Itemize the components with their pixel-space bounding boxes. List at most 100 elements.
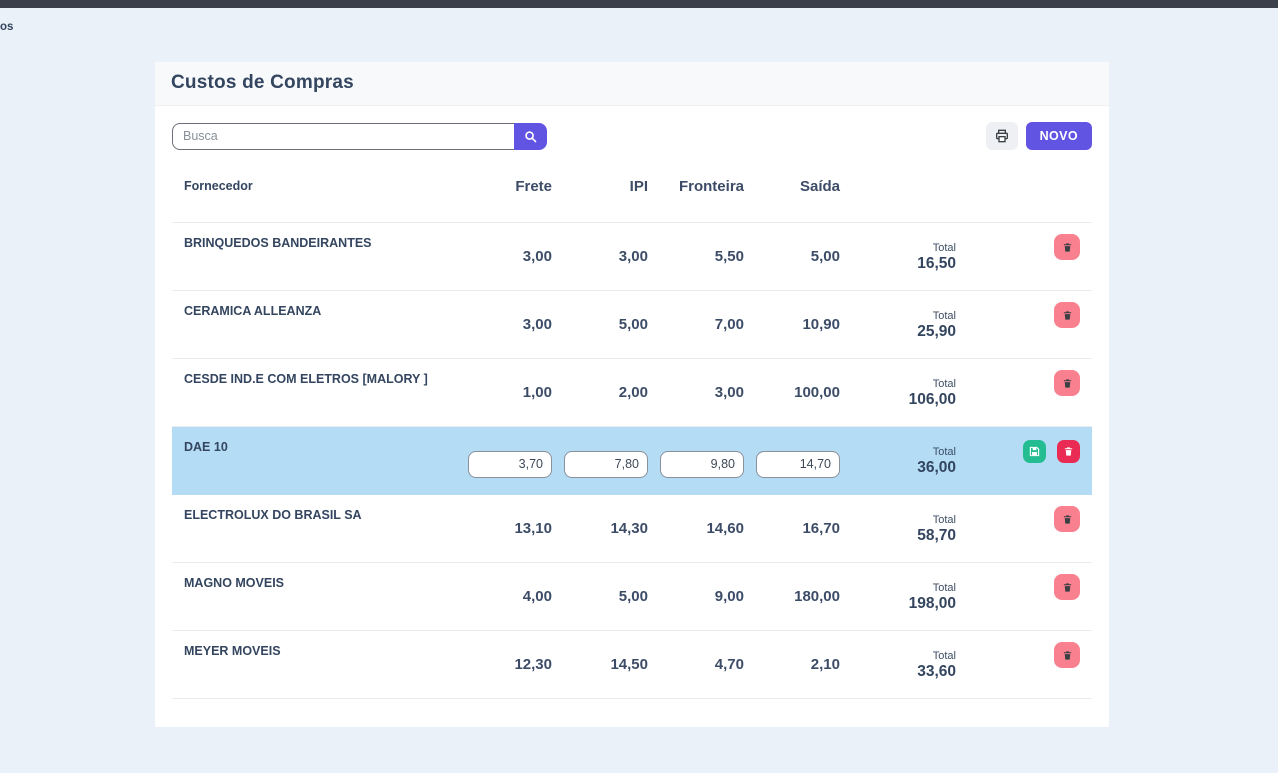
- frete-value: 3,00: [456, 316, 552, 333]
- total-cell: Total 58,70: [840, 512, 956, 545]
- table-row[interactable]: CESDE IND.E COM ELETROS [MALORY ] 1,00 2…: [172, 359, 1092, 427]
- fronteira-value: 9,00: [648, 588, 744, 605]
- row-actions: [956, 574, 1092, 600]
- table-row[interactable]: MEYER MOVEIS 12,30 14,50 4,70 2,10 Total…: [172, 631, 1092, 699]
- table-row[interactable]: CERAMICA ALLEANZA 3,00 5,00 7,00 10,90 T…: [172, 291, 1092, 359]
- fronteira-value: 14,60: [648, 520, 744, 537]
- column-header-saida: Saída: [744, 178, 840, 195]
- total-label: Total: [840, 650, 956, 663]
- total-cell: Total 33,60: [840, 648, 956, 681]
- row-actions: [956, 642, 1092, 668]
- delete-button[interactable]: [1054, 574, 1080, 600]
- total-value: 16,50: [840, 255, 956, 273]
- ipi-cell: [552, 451, 648, 478]
- fronteira-input[interactable]: [660, 451, 744, 478]
- table-row[interactable]: BRINQUEDOS BANDEIRANTES 3,00 3,00 5,50 5…: [172, 223, 1092, 291]
- delete-button[interactable]: [1057, 440, 1080, 463]
- save-icon: [1029, 446, 1040, 457]
- saida-value: 10,90: [744, 316, 840, 333]
- ipi-value: 3,00: [552, 248, 648, 265]
- supplier-name: DAE 10: [172, 427, 456, 454]
- frete-value: 4,00: [456, 588, 552, 605]
- saida-value: 180,00: [744, 588, 840, 605]
- delete-button[interactable]: [1054, 234, 1080, 260]
- saida-value: 5,00: [744, 248, 840, 265]
- row-actions: [956, 234, 1092, 260]
- print-button[interactable]: [986, 122, 1018, 150]
- fronteira-value: 4,70: [648, 656, 744, 673]
- supplier-name: MEYER MOVEIS: [172, 631, 456, 658]
- custos-card: Custos de Compras: [155, 62, 1109, 727]
- row-actions: [956, 506, 1092, 532]
- card-header: Custos de Compras: [155, 62, 1109, 106]
- total-label: Total: [840, 514, 956, 527]
- supplier-name: MAGNO MOVEIS: [172, 563, 456, 590]
- supplier-name: BRINQUEDOS BANDEIRANTES: [172, 223, 456, 250]
- suppliers-table: Fornecedor Frete IPI Fronteira Saída BRI…: [172, 150, 1092, 699]
- table-row-editing[interactable]: DAE 10 Total 36,00: [172, 427, 1092, 495]
- delete-button[interactable]: [1054, 302, 1080, 328]
- search-button[interactable]: [514, 123, 547, 150]
- total-label: Total: [840, 242, 956, 255]
- supplier-name: ELECTROLUX DO BRASIL SA: [172, 495, 456, 522]
- trash-icon: [1062, 514, 1073, 525]
- row-actions: [956, 440, 1092, 463]
- fronteira-cell: [648, 451, 744, 478]
- novo-button[interactable]: NOVO: [1026, 122, 1092, 150]
- trash-icon: [1062, 310, 1073, 321]
- row-actions: [956, 302, 1092, 328]
- total-value: 106,00: [840, 391, 956, 409]
- trash-icon: [1062, 378, 1073, 389]
- top-navigation-bar: [0, 0, 1278, 8]
- trash-icon: [1062, 242, 1073, 253]
- magnifier-icon: [523, 129, 538, 144]
- total-cell: Total 25,90: [840, 308, 956, 341]
- total-value: 58,70: [840, 527, 956, 545]
- total-label: Total: [840, 310, 956, 323]
- fronteira-value: 7,00: [648, 316, 744, 333]
- table-row[interactable]: MAGNO MOVEIS 4,00 5,00 9,00 180,00 Total…: [172, 563, 1092, 631]
- saida-input[interactable]: [756, 451, 840, 478]
- ipi-input[interactable]: [564, 451, 648, 478]
- frete-value: 1,00: [456, 384, 552, 401]
- printer-icon: [994, 128, 1010, 144]
- trash-icon: [1062, 650, 1073, 661]
- frete-value: 3,00: [456, 248, 552, 265]
- total-label: Total: [840, 446, 956, 459]
- table-body: BRINQUEDOS BANDEIRANTES 3,00 3,00 5,50 5…: [172, 223, 1092, 699]
- ipi-value: 5,00: [552, 316, 648, 333]
- page-title: Custos de Compras: [171, 72, 1093, 94]
- search-input[interactable]: [172, 123, 514, 150]
- total-value: 36,00: [840, 459, 956, 477]
- frete-value: 12,30: [456, 656, 552, 673]
- total-value: 25,90: [840, 323, 956, 341]
- delete-button[interactable]: [1054, 506, 1080, 532]
- frete-value: 13,10: [456, 520, 552, 537]
- fronteira-value: 3,00: [648, 384, 744, 401]
- clipped-nav-text: os: [0, 21, 13, 33]
- fronteira-value: 5,50: [648, 248, 744, 265]
- save-button[interactable]: [1023, 440, 1046, 463]
- table-header-row: Fornecedor Frete IPI Fronteira Saída: [172, 150, 1092, 223]
- delete-button[interactable]: [1054, 642, 1080, 668]
- total-cell: Total 16,50: [840, 240, 956, 273]
- frete-cell: [456, 451, 552, 478]
- toolbar: NOVO: [155, 106, 1109, 150]
- total-cell: Total 198,00: [840, 580, 956, 613]
- frete-input[interactable]: [468, 451, 552, 478]
- ipi-value: 2,00: [552, 384, 648, 401]
- total-cell: Total 106,00: [840, 376, 956, 409]
- saida-value: 16,70: [744, 520, 840, 537]
- total-cell: Total 36,00: [840, 444, 956, 477]
- ipi-value: 14,30: [552, 520, 648, 537]
- total-value: 198,00: [840, 595, 956, 613]
- table-row[interactable]: ELECTROLUX DO BRASIL SA 13,10 14,30 14,6…: [172, 495, 1092, 563]
- ipi-value: 14,50: [552, 656, 648, 673]
- supplier-name: CESDE IND.E COM ELETROS [MALORY ]: [172, 359, 456, 386]
- trash-icon: [1062, 582, 1073, 593]
- row-actions: [956, 370, 1092, 396]
- saida-value: 2,10: [744, 656, 840, 673]
- supplier-name: CERAMICA ALLEANZA: [172, 291, 456, 318]
- delete-button[interactable]: [1054, 370, 1080, 396]
- total-label: Total: [840, 582, 956, 595]
